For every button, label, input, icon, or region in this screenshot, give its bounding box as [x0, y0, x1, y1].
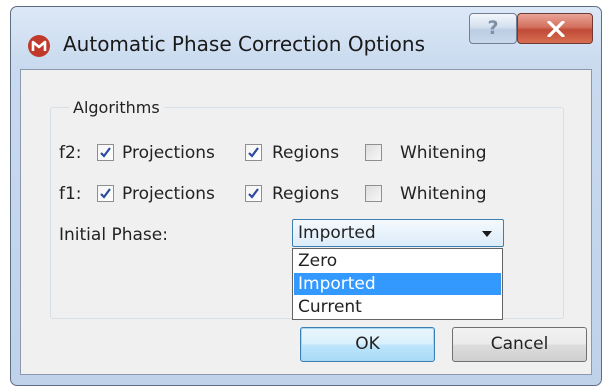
title-bar[interactable]: Automatic Phase Correction Options ? [11, 7, 601, 69]
f1-regions-checkbox[interactable] [245, 185, 262, 202]
dropdown-option-imported[interactable]: Imported [294, 273, 501, 295]
f1-regions-label: Regions [272, 184, 340, 204]
f2-projections-checkbox[interactable] [97, 144, 114, 161]
cancel-button[interactable]: Cancel [452, 327, 587, 362]
initial-phase-select[interactable]: Imported [292, 219, 504, 247]
f2-label: f2: [59, 143, 82, 163]
checkmark-icon [100, 188, 111, 199]
dialog-content: Algorithms f2: Projections Regions White… [20, 69, 592, 375]
f1-projections-checkbox[interactable] [97, 185, 114, 202]
f2-whitening-label: Whitening [400, 143, 487, 163]
chevron-down-icon [482, 231, 492, 237]
dialog-window: Automatic Phase Correction Options ? Alg… [10, 6, 602, 386]
close-button[interactable] [517, 13, 593, 44]
ok-button[interactable]: OK [300, 327, 435, 362]
f1-label: f1: [59, 184, 82, 204]
help-button[interactable]: ? [469, 13, 517, 44]
dropdown-option-current[interactable]: Current [294, 296, 501, 318]
app-logo-icon [28, 35, 50, 57]
initial-phase-dropdown-list: Zero Imported Current [292, 248, 503, 320]
checkmark-icon [100, 147, 111, 158]
close-icon [547, 21, 565, 37]
f1-whitening-checkbox[interactable] [365, 185, 382, 202]
checkmark-icon [248, 147, 259, 158]
help-icon: ? [487, 17, 499, 39]
checkmark-icon [248, 188, 259, 199]
algorithms-group-title: Algorithms [69, 98, 164, 117]
f2-projections-label: Projections [122, 143, 215, 163]
f1-whitening-label: Whitening [400, 184, 487, 204]
f2-regions-label: Regions [272, 143, 340, 163]
f2-whitening-checkbox[interactable] [365, 144, 382, 161]
dropdown-option-zero[interactable]: Zero [294, 250, 501, 272]
initial-phase-selected-value: Imported [298, 223, 376, 243]
window-title: Automatic Phase Correction Options [63, 32, 425, 56]
initial-phase-label: Initial Phase: [59, 225, 168, 245]
f1-projections-label: Projections [122, 184, 215, 204]
f2-regions-checkbox[interactable] [245, 144, 262, 161]
